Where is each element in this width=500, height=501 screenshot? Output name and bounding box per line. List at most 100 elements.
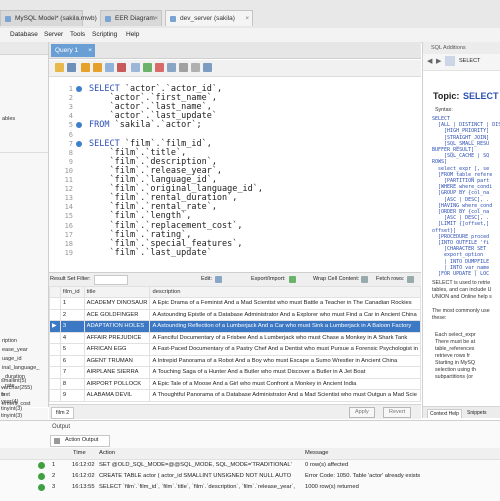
beautify-icon[interactable]: [167, 63, 176, 72]
execute-current-icon[interactable]: [93, 63, 102, 72]
row-marker[interactable]: [49, 297, 61, 310]
row-marker[interactable]: [49, 366, 61, 379]
output-row[interactable]: 2 16:12:02 CREATE TABLE actor ( actor_id S…: [0, 471, 500, 482]
edit-icon[interactable]: [215, 276, 222, 283]
tree-item[interactable]: uage_id: [2, 356, 22, 362]
tree-item[interactable]: ables: [2, 116, 15, 122]
apply-button[interactable]: Apply: [349, 407, 375, 418]
open-file-icon[interactable]: [55, 63, 64, 72]
export-icon[interactable]: [289, 276, 296, 283]
output-selector[interactable]: Action Output: [50, 435, 110, 447]
cell-title[interactable]: AFRICAN EGG: [83, 343, 151, 356]
menu-database[interactable]: Database: [10, 31, 38, 38]
wrap-icon[interactable]: [203, 63, 212, 72]
column-header-title[interactable]: title: [83, 286, 151, 298]
fetch-icon[interactable]: [407, 276, 414, 283]
stop-icon[interactable]: [117, 63, 126, 72]
cell-title[interactable]: ACE GOLDFINGER: [83, 308, 151, 321]
cell-title[interactable]: ALABAMA DEVIL: [83, 389, 151, 402]
tab-context-help[interactable]: Context Help: [427, 409, 462, 418]
column-header-film-id[interactable]: film_id: [59, 286, 85, 298]
invisible-chars-icon[interactable]: [191, 63, 200, 72]
execute-icon[interactable]: [81, 63, 90, 72]
cell-film-id[interactable]: 7: [59, 366, 85, 379]
cell-description[interactable]: A Touching Saga of a Hunter And a Butler…: [149, 366, 421, 379]
row-marker[interactable]: [49, 308, 61, 321]
cell-film-id[interactable]: 9: [59, 389, 85, 402]
cell-description[interactable]: A Thoughtful Panorama of a Database Admi…: [149, 389, 421, 402]
close-icon[interactable]: ×: [154, 11, 158, 27]
cell-title[interactable]: AIRPORT POLLOCK: [83, 377, 151, 390]
search-icon[interactable]: [179, 63, 188, 72]
window-tab-dev-server[interactable]: dev_server (sakila) ×: [165, 10, 253, 26]
tree-item[interactable]: inal_language_: [2, 365, 39, 371]
rollback-icon[interactable]: [155, 63, 164, 72]
table-row[interactable]: 9 ALABAMA DEVIL A Thoughtful Panorama of a…: [49, 389, 421, 402]
commit-icon[interactable]: [143, 63, 152, 72]
cell-film-id[interactable]: 6: [59, 354, 85, 367]
tab-snippets[interactable]: Snippets: [467, 409, 486, 418]
output-row[interactable]: 1 16:12:02 SET @OLD_SQL_MODE=@@SQL_MODE, S…: [0, 460, 500, 471]
result-tab[interactable]: film 2: [51, 407, 75, 419]
row-marker[interactable]: [49, 377, 61, 390]
cell-film-id[interactable]: 1: [59, 297, 85, 310]
table-row[interactable]: 5 AFRICAN EGG A Fast-Paced Documentary of …: [49, 343, 421, 356]
table-row[interactable]: ▶ 3 ADAPTATION HOLES A Astounding Reflectio…: [49, 320, 421, 333]
menu-help[interactable]: Help: [126, 31, 139, 38]
close-icon[interactable]: ×: [75, 11, 79, 27]
row-marker[interactable]: [49, 343, 61, 356]
table-row[interactable]: 4 AFFAIR PREJUDICE A Fanciful Documentary …: [49, 331, 421, 344]
help-text-line: these:: [432, 315, 447, 321]
row-marker[interactable]: [49, 354, 61, 367]
close-icon[interactable]: ×: [88, 44, 92, 57]
cell-title[interactable]: AGENT TRUMAN: [83, 354, 151, 367]
save-icon[interactable]: [67, 63, 76, 72]
table-row[interactable]: 1 ACADEMY DINOSAUR A Epic Drama of a Femin…: [49, 297, 421, 310]
table-row[interactable]: 8 AIRPORT POLLOCK A Epic Tale of a Moose A…: [49, 377, 421, 390]
cell-description[interactable]: A Astounding Epistle of a Database Admin…: [149, 308, 421, 321]
table-row[interactable]: 7 AIRPLANE SIERRA A Touching Saga of a Hun…: [49, 366, 421, 379]
window-tab-eer[interactable]: EER Diagram ×: [100, 10, 162, 26]
cell-film-id[interactable]: 5: [59, 343, 85, 356]
cell-description[interactable]: A Intrepid Panorama of a Robot And a Boy…: [149, 354, 421, 367]
topic-dropdown[interactable]: SELECT: [459, 58, 480, 64]
cell-description[interactable]: A Epic Tale of a Moose And a Girl who mu…: [149, 377, 421, 390]
close-icon[interactable]: ×: [245, 11, 249, 27]
cell-title[interactable]: ADAPTATION HOLES: [83, 320, 151, 333]
cell-title[interactable]: AFFAIR PREJUDICE: [83, 331, 151, 344]
row-marker[interactable]: [49, 389, 61, 402]
column-header-description[interactable]: description: [149, 286, 421, 298]
cell-description[interactable]: A Astounding Reflection of a Lumberjack …: [149, 320, 421, 333]
cell-description[interactable]: A Fast-Paced Documentary of a Pastry Che…: [149, 343, 421, 356]
revert-button[interactable]: Revert: [383, 407, 412, 418]
cell-film-id[interactable]: 3: [59, 320, 85, 333]
cell-film-id[interactable]: 8: [59, 377, 85, 390]
cell-film-id[interactable]: 4: [59, 331, 85, 344]
menu-scripting[interactable]: Scripting: [92, 31, 117, 38]
row-marker[interactable]: [49, 331, 61, 344]
sql-editor[interactable]: 1 SELECT `actor`.`actor_id`, 2 `actor`.`fi…: [49, 84, 421, 270]
cell-title[interactable]: ACADEMY DINOSAUR: [83, 297, 151, 310]
row-marker[interactable]: ▶: [49, 320, 61, 333]
menu-tools[interactable]: Tools: [70, 31, 85, 38]
toggle-icon[interactable]: [131, 63, 140, 72]
cell-title[interactable]: AIRPLANE SIERRA: [83, 366, 151, 379]
result-filter-input[interactable]: [94, 275, 128, 285]
forward-icon[interactable]: ▶: [436, 57, 441, 65]
auto-context-icon[interactable]: [445, 56, 455, 66]
window-tab-model[interactable]: MySQL Model* (sakila.mwb) ×: [0, 10, 97, 27]
table-row[interactable]: 2 ACE GOLDFINGER A Astounding Epistle of a…: [49, 308, 421, 321]
cell-description[interactable]: A Fanciful Documentary of a Frisbee And …: [149, 331, 421, 344]
back-icon[interactable]: ◀: [427, 57, 432, 65]
cell-film-id[interactable]: 2: [59, 308, 85, 321]
tree-item[interactable]: ease_year: [2, 347, 28, 353]
output-row[interactable]: 3 16:13:55 SELECT `film`.`film_id`, `film`…: [0, 482, 500, 493]
tab-query-1[interactable]: Query 1 ×: [51, 44, 95, 57]
result-grid[interactable]: film_id title description 1 ACADEMY DINOS…: [49, 286, 421, 404]
table-row[interactable]: 6 AGENT TRUMAN A Intrepid Panorama of a Ro…: [49, 354, 421, 367]
menu-server[interactable]: Server: [44, 31, 63, 38]
cell-description[interactable]: A Epic Drama of a Feminist And a Mad Sci…: [149, 297, 421, 310]
wrap-cell-icon[interactable]: [361, 276, 368, 283]
tree-item[interactable]: ription: [2, 338, 17, 344]
explain-icon[interactable]: [105, 63, 114, 72]
